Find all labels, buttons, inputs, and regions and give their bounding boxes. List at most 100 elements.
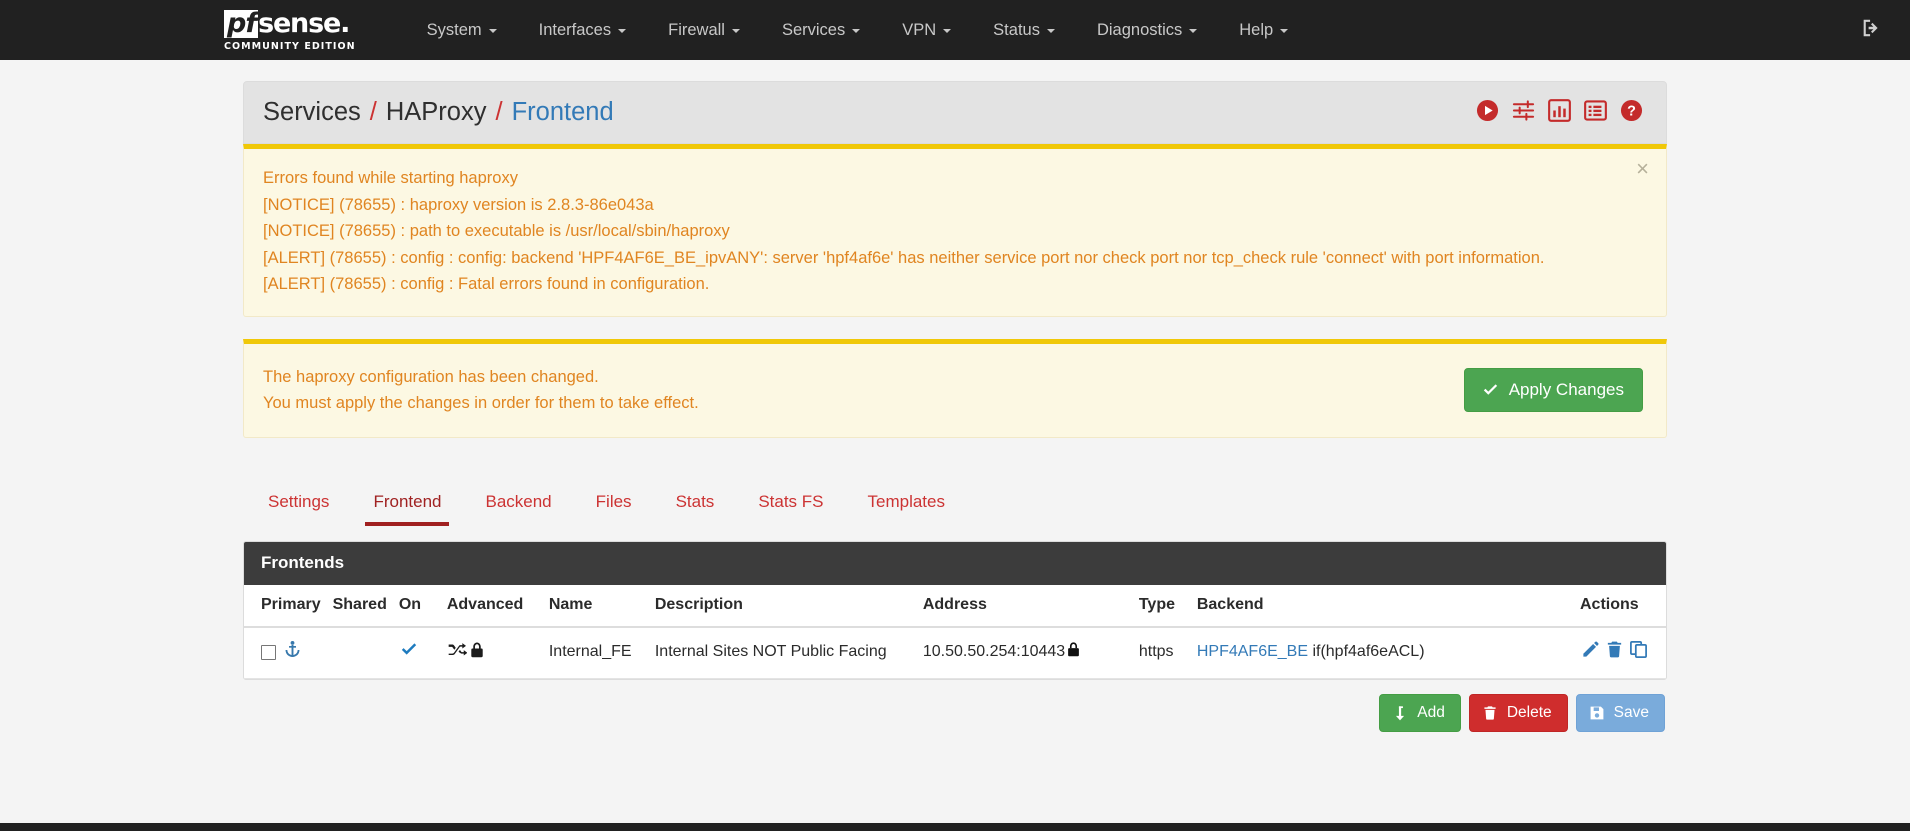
tab-label: Stats FS	[758, 491, 824, 511]
delete-icon[interactable]	[1605, 640, 1624, 664]
table-body: Internal_FE Internal Sites NOT Public Fa…	[244, 626, 1666, 679]
nav-label: Help	[1239, 21, 1274, 39]
nav-item-vpn[interactable]: VPN	[881, 0, 972, 60]
nav-item-help[interactable]: Help	[1218, 0, 1309, 60]
row-select-checkbox[interactable]	[261, 644, 276, 660]
chevron-down-icon	[488, 29, 497, 33]
nav-label: Diagnostics	[1096, 21, 1183, 39]
main-nav: System Interfaces Firewall Services VPN …	[406, 0, 1310, 60]
table-row[interactable]: Internal_FE Internal Sites NOT Public Fa…	[244, 626, 1666, 679]
panel-title: Frontends	[244, 541, 1666, 585]
chevron-down-icon	[1280, 29, 1289, 33]
brand-subtitle: COMMUNITY EDITION	[224, 41, 356, 52]
breadcrumb-root[interactable]: Services	[263, 98, 361, 127]
nav-item-firewall[interactable]: Firewall	[647, 0, 761, 60]
brand-sense-mark: sense.	[258, 8, 350, 39]
table-action-buttons: Add Delete Save	[243, 693, 1667, 732]
backend-link[interactable]: HPF4AF6E_BE	[1197, 643, 1308, 660]
check-icon	[1483, 383, 1497, 395]
edit-icon[interactable]	[1581, 640, 1600, 664]
save-button[interactable]: Save	[1575, 693, 1665, 732]
tab-files[interactable]: Files	[574, 482, 654, 526]
page-header-panel: Services / HAProxy / Frontend ?	[243, 81, 1667, 144]
tab-templates[interactable]: Templates	[846, 482, 967, 526]
table-header-row: Primary Shared On Advanced Name Descript…	[244, 584, 1666, 628]
footer-strip	[0, 823, 1910, 831]
delete-label: Delete	[1506, 703, 1552, 721]
sliders-icon[interactable]	[1512, 99, 1535, 127]
column-header-on: On	[392, 584, 441, 628]
tab-backend[interactable]: Backend	[463, 482, 573, 526]
cell-name: Internal_FE	[542, 626, 649, 679]
tab-stats[interactable]: Stats	[654, 482, 737, 526]
tab-frontend[interactable]: Frontend	[351, 482, 463, 526]
breadcrumb-separator: /	[369, 98, 377, 126]
table-head: Primary Shared On Advanced Name Descript…	[244, 584, 1666, 628]
cell-on	[392, 626, 441, 679]
tab-stats-fs[interactable]: Stats FS	[736, 482, 845, 526]
config-changed-alert: The haproxy configuration has been chang…	[243, 338, 1667, 438]
cell-advanced	[440, 626, 543, 679]
cell-type: https	[1132, 626, 1191, 679]
save-label: Save	[1613, 703, 1649, 721]
config-changed-text: The haproxy configuration has been chang…	[263, 364, 1464, 417]
alert-line: The haproxy configuration has been chang…	[263, 367, 599, 386]
tab-label: Frontend	[373, 491, 442, 511]
frontends-panel: Frontends Primary Shared On Advanced Nam…	[243, 540, 1667, 680]
lock-icon	[1065, 641, 1082, 663]
question-circle-icon[interactable]: ?	[1620, 99, 1643, 127]
breadcrumb-separator: /	[495, 98, 503, 126]
content-container: Services / HAProxy / Frontend ? × Errors…	[243, 60, 1667, 732]
play-circle-icon[interactable]	[1476, 99, 1499, 127]
alert-line: [NOTICE] (78655) : haproxy version is 2.…	[263, 195, 654, 214]
nav-label: VPN	[902, 21, 937, 39]
add-label: Add	[1417, 703, 1445, 721]
nav-item-diagnostics[interactable]: Diagnostics	[1076, 0, 1218, 60]
frontends-table: Primary Shared On Advanced Name Descript…	[244, 584, 1666, 679]
random-icon	[447, 640, 468, 665]
chart-bar-icon[interactable]	[1548, 98, 1571, 127]
cell-backend: HPF4AF6E_BE if(hpf4af6eACL)	[1190, 626, 1566, 679]
backend-condition: if(hpf4af6eACL)	[1312, 643, 1425, 660]
duplicate-icon[interactable]	[1629, 640, 1648, 664]
cell-description: Internal Sites NOT Public Facing	[648, 626, 917, 679]
apply-changes-button[interactable]: Apply Changes	[1463, 368, 1643, 412]
column-header-description: Description	[648, 584, 917, 628]
haproxy-error-alert: × Errors found while starting haproxy [N…	[243, 144, 1667, 317]
delete-button[interactable]: Delete	[1468, 693, 1568, 732]
alert-line: You must apply the changes in order for …	[263, 394, 699, 412]
chevron-down-icon	[731, 29, 740, 33]
nav-item-services[interactable]: Services	[761, 0, 881, 60]
lock-icon	[468, 641, 486, 664]
anchor-icon	[283, 640, 302, 664]
nav-item-system[interactable]: System	[406, 0, 518, 60]
tab-label: Stats	[675, 491, 715, 511]
breadcrumb-current-page: Frontend	[511, 98, 614, 126]
add-button[interactable]: Add	[1379, 693, 1461, 732]
tab-settings[interactable]: Settings	[246, 482, 351, 526]
chevron-down-icon	[852, 29, 861, 33]
close-icon[interactable]: ×	[1636, 158, 1649, 180]
nav-item-interfaces[interactable]: Interfaces	[518, 0, 647, 60]
brand-pf-mark: pf	[224, 10, 259, 38]
brand-logo-text: pf sense.	[224, 8, 350, 39]
breadcrumb-section[interactable]: HAProxy	[386, 98, 487, 127]
advanced-icon-group	[447, 640, 486, 665]
haproxy-tabs: Settings Frontend Backend Files Stats St…	[243, 468, 1667, 526]
page-header-actions: ?	[1476, 98, 1643, 127]
navbar-right-area	[1860, 0, 1882, 60]
pfsense-logo[interactable]: pf sense. COMMUNITY EDITION	[224, 0, 356, 60]
alert-line: [NOTICE] (78655) : path to executable is…	[263, 222, 730, 240]
cell-actions	[1566, 626, 1666, 679]
nav-label: Status	[993, 21, 1040, 39]
list-alt-icon[interactable]	[1584, 99, 1607, 127]
chevron-down-icon	[1189, 29, 1198, 33]
chevron-down-icon	[618, 29, 627, 33]
address-value: 10.50.50.254:10443	[922, 643, 1066, 660]
chevron-down-icon	[943, 29, 952, 33]
column-header-type: Type	[1132, 584, 1191, 628]
nav-item-status[interactable]: Status	[972, 0, 1076, 60]
page-body: Services / HAProxy / Frontend ? × Errors…	[0, 60, 1910, 831]
nav-label: System	[426, 21, 482, 39]
sign-out-icon[interactable]	[1860, 17, 1882, 44]
